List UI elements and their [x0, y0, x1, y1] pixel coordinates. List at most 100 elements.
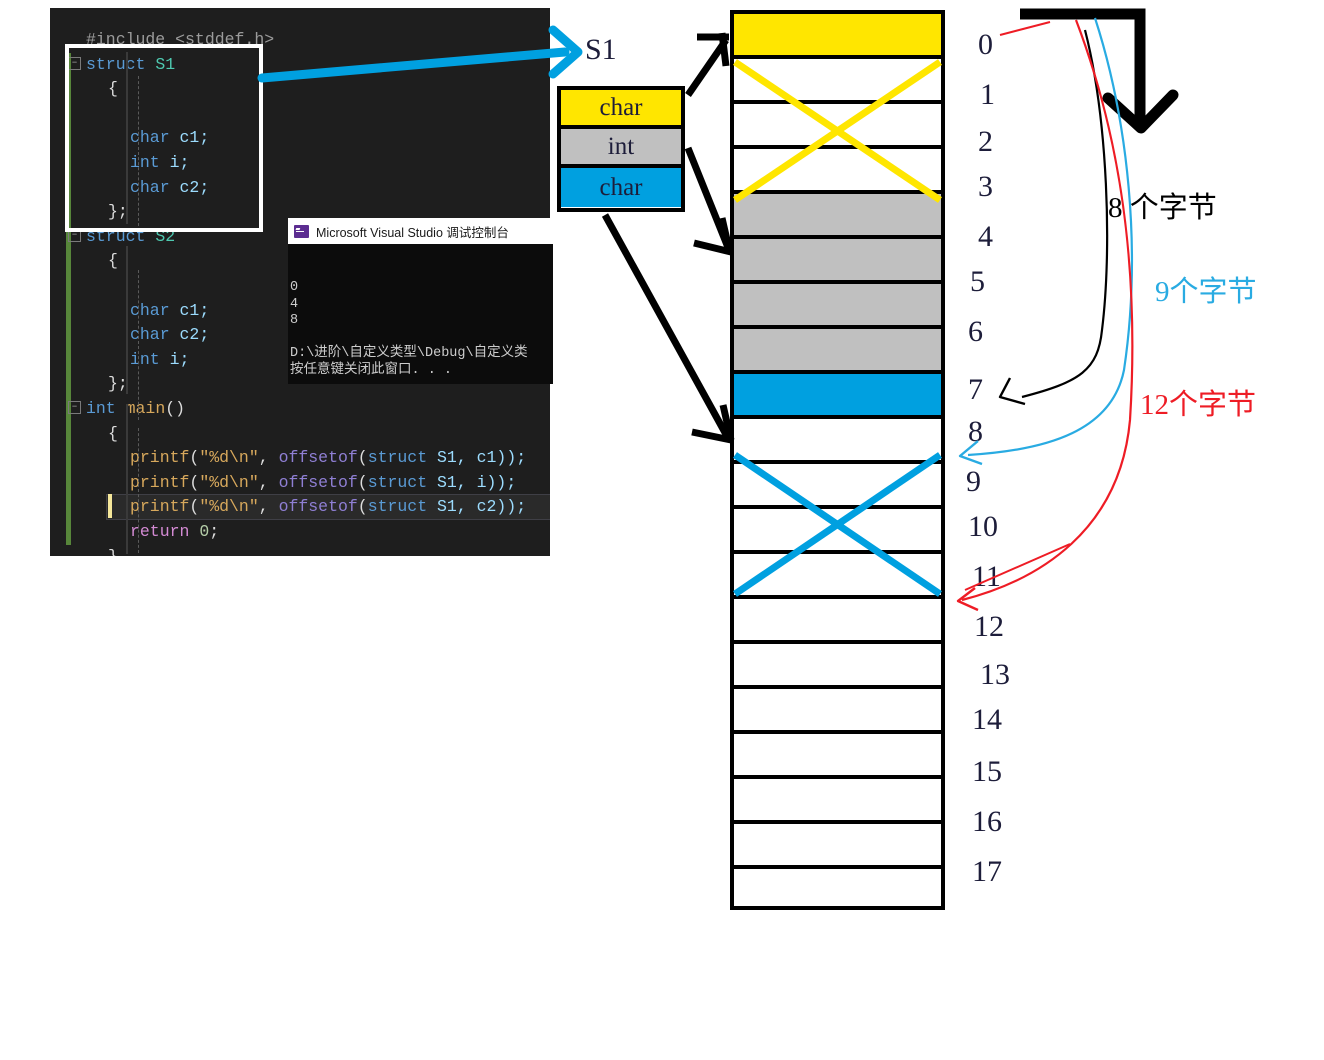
- code-token: (: [189, 497, 200, 517]
- code-token: "%d\n": [199, 472, 259, 492]
- code-text: printf("%d\n", offsetof(struct S1, c1));: [130, 446, 526, 471]
- code-token: int: [86, 399, 116, 418]
- console-output-line: 按任意键关闭此窗口. . .: [290, 362, 453, 378]
- memory-cell-15: [730, 685, 945, 730]
- memory-index-0: 0: [978, 28, 993, 61]
- console-output-line: 4: [290, 296, 299, 312]
- code-token: char: [130, 300, 170, 320]
- memory-index-12: 12: [974, 610, 1004, 643]
- code-token: "%d\n": [199, 448, 259, 468]
- memory-index-16: 16: [972, 805, 1002, 838]
- code-token: }: [108, 547, 118, 556]
- block-structure-bar: [126, 246, 128, 394]
- code-token: c2;: [169, 325, 210, 345]
- debug-console-window[interactable]: Microsoft Visual Studio 调试控制台 048 D:\进阶\…: [288, 218, 553, 384]
- memory-cell-13: [730, 595, 945, 640]
- memory-cell-7: [730, 325, 945, 370]
- memory-cell-12: [730, 550, 945, 595]
- memory-cell-extra19: [730, 865, 945, 910]
- code-token: offsetof: [278, 448, 358, 468]
- arrow-int-to-cell4: [684, 146, 734, 256]
- code-token: struct: [367, 472, 428, 492]
- console-title-text: Microsoft Visual Studio 调试控制台: [316, 225, 509, 240]
- code-text: {: [108, 422, 118, 447]
- fold-toggle-icon[interactable]: −: [68, 401, 81, 414]
- code-token: 0: [199, 522, 210, 541]
- code-token: offsetof: [278, 472, 358, 492]
- breakpoint-marker[interactable]: [108, 494, 112, 519]
- console-title-bar: Microsoft Visual Studio 调试控制台: [288, 218, 553, 244]
- code-token: ,: [258, 472, 279, 492]
- memory-cell-6: [730, 280, 945, 325]
- memory-index-6: 6: [968, 315, 983, 348]
- top-right-bracket-arrow: [1020, 8, 1179, 134]
- memory-index-4: 4: [978, 220, 993, 253]
- code-token: (: [357, 472, 368, 492]
- memory-cell-9: [730, 415, 945, 460]
- memory-cell-14: [730, 640, 945, 685]
- code-token: offsetof: [278, 497, 358, 517]
- legend-row-char-2: char: [561, 168, 681, 207]
- arrow-char2-to-cell8: [601, 213, 735, 444]
- console-output: 048 D:\进阶\自定义类型\Debug\自定义类 按任意键关闭此窗口. . .: [288, 244, 553, 384]
- block-structure-bar: [126, 404, 128, 554]
- code-text: };: [108, 372, 128, 397]
- annotation-8-bytes: 8 个字节: [1108, 192, 1217, 224]
- code-token: S1, c1));: [427, 448, 527, 468]
- code-token: {: [108, 251, 118, 271]
- indent-guide: [138, 428, 139, 553]
- console-output-line: 0: [290, 280, 299, 295]
- code-token: (: [189, 472, 200, 492]
- code-text: printf("%d\n", offsetof(struct S1, c2));: [130, 495, 526, 520]
- console-output-line: D:\进阶\自定义类型\Debug\自定义类: [290, 346, 528, 361]
- code-token: (: [357, 448, 368, 468]
- code-token: ;: [209, 522, 220, 541]
- code-token: struct: [367, 448, 428, 468]
- memory-index-5: 5: [970, 265, 985, 298]
- memory-index-17: 17: [972, 855, 1002, 888]
- memory-index-9: 9: [966, 465, 981, 498]
- memory-index-8: 8: [968, 415, 983, 448]
- memory-cell-16: [730, 730, 945, 775]
- code-text: char c1;: [130, 299, 209, 324]
- code-token: int: [130, 349, 160, 369]
- memory-index-11: 11: [972, 560, 1001, 593]
- code-text: printf("%d\n", offsetof(struct S1, i));: [130, 471, 516, 496]
- memory-index-3: 3: [978, 170, 993, 203]
- code-text: int main(): [86, 397, 185, 422]
- code-token: {: [108, 423, 118, 443]
- memory-cell-17: [730, 775, 945, 820]
- code-token: c1;: [169, 300, 210, 320]
- memory-index-10: 10: [968, 510, 998, 543]
- code-token: main: [125, 399, 166, 418]
- memory-cell-1: [730, 55, 945, 100]
- code-token: S1, i));: [427, 472, 517, 492]
- memory-cell-0: [730, 10, 945, 55]
- memory-cell-2: [730, 100, 945, 145]
- s1-label: S1: [585, 33, 617, 66]
- code-token: S1, c2));: [427, 497, 527, 517]
- memory-index-13: 13: [980, 658, 1010, 691]
- memory-grid: [730, 10, 945, 910]
- code-text: {: [108, 249, 118, 274]
- memory-cell-11: [730, 505, 945, 550]
- code-token: i;: [159, 349, 190, 369]
- memory-index-15: 15: [972, 755, 1002, 788]
- legend-row-int-1: int: [561, 129, 681, 168]
- code-token: "%d\n": [199, 497, 259, 517]
- code-token: (): [165, 399, 186, 418]
- memory-index-1: 1: [980, 78, 995, 111]
- code-text: return 0;: [130, 520, 219, 545]
- code-token: char: [130, 325, 170, 345]
- memory-cell-extra18: [730, 820, 945, 865]
- code-token: (: [357, 497, 368, 517]
- annotation-12-bytes: 12个字节: [1140, 389, 1257, 421]
- code-token: };: [108, 374, 128, 394]
- struct-layout-legend: char int char: [557, 86, 685, 212]
- struct-s1-highlight-box: [65, 44, 263, 232]
- memory-index-7: 7: [968, 373, 983, 406]
- code-token: struct: [367, 497, 428, 517]
